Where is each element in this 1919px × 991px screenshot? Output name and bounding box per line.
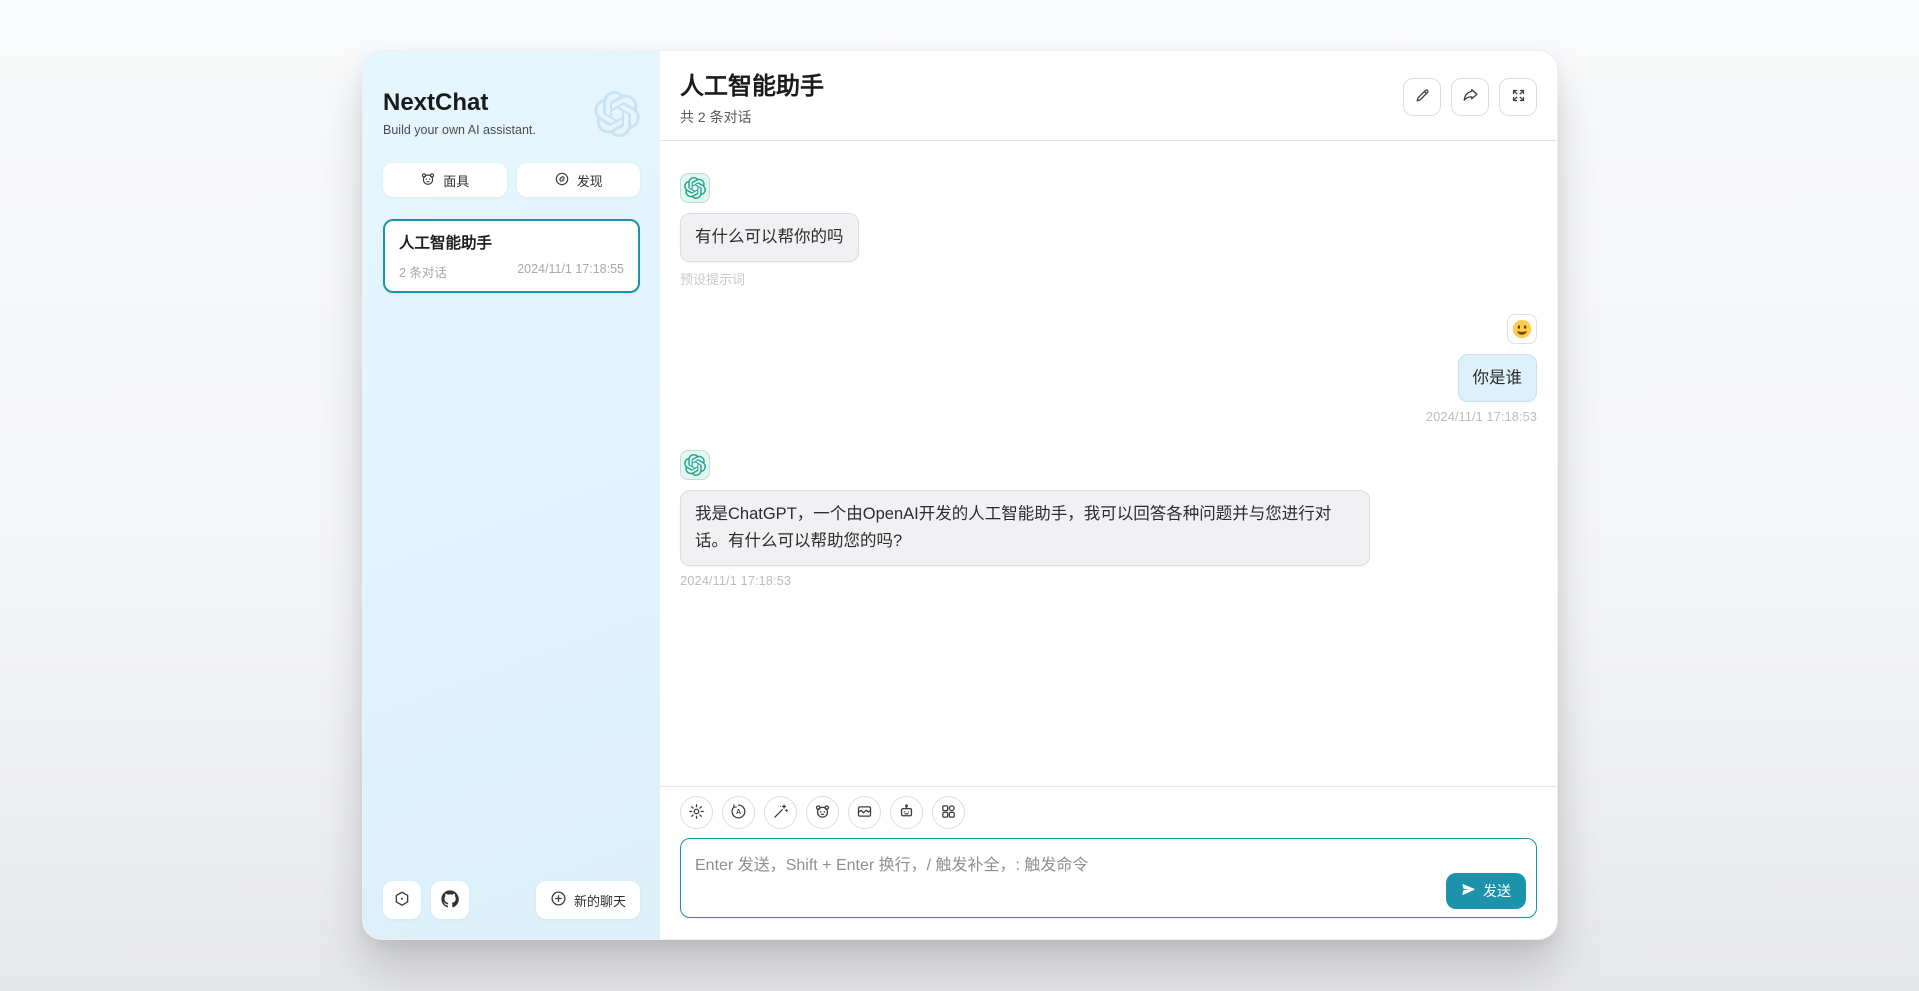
theme-auto-icon: A xyxy=(730,803,747,823)
new-chat-label: 新的聊天 xyxy=(574,891,626,910)
share-button[interactable] xyxy=(1451,78,1489,116)
chat-settings-button[interactable] xyxy=(680,796,713,829)
send-plane-icon xyxy=(1461,882,1476,900)
bot-message: 我是ChatGPT，一个由OpenAI开发的人工智能助手，我可以回答各种问题并与… xyxy=(680,450,1537,587)
fullscreen-button[interactable] xyxy=(1499,78,1537,116)
chat-input[interactable] xyxy=(680,838,1537,918)
user-avatar-smiley-icon xyxy=(1507,314,1537,344)
message-bubble[interactable]: 有什么可以帮你的吗 xyxy=(680,213,859,262)
rename-button[interactable] xyxy=(1403,78,1441,116)
message-bubble[interactable]: 你是谁 xyxy=(1458,354,1538,403)
model-select-button[interactable] xyxy=(890,796,923,829)
send-button[interactable]: 发送 xyxy=(1446,873,1526,909)
clear-context-button[interactable] xyxy=(848,796,881,829)
svg-text:A: A xyxy=(736,808,741,816)
mask-icon xyxy=(420,171,436,190)
prompt-hints-button[interactable] xyxy=(764,796,797,829)
message-timestamp: 2024/11/1 17:18:53 xyxy=(680,573,791,588)
mask-icon xyxy=(814,803,831,823)
chat-list-item-selected[interactable]: 人工智能助手 2 条对话 2024/11/1 17:18:55 xyxy=(383,219,640,293)
send-button-label: 发送 xyxy=(1483,881,1511,901)
message-bubble[interactable]: 我是ChatGPT，一个由OpenAI开发的人工智能助手，我可以回答各种问题并与… xyxy=(680,490,1370,565)
bot-avatar-openai-icon xyxy=(680,173,710,203)
github-icon xyxy=(441,890,459,911)
app-subtitle: Build your own AI assistant. xyxy=(383,123,536,137)
new-chat-button[interactable]: 新的聊天 xyxy=(536,881,640,919)
message-list[interactable]: 有什么可以帮你的吗 预设提示词 你是谁 2024/11/1 17:18:53 xyxy=(660,141,1557,786)
settings-icon xyxy=(393,890,411,911)
chat-item-count: 2 条对话 xyxy=(399,262,447,281)
clear-context-icon xyxy=(856,803,873,823)
theme-toggle-button[interactable]: A xyxy=(722,796,755,829)
chat-title[interactable]: 人工智能助手 xyxy=(680,66,824,101)
plus-circle-icon xyxy=(550,890,567,910)
masks-button[interactable]: 面具 xyxy=(383,163,507,197)
sidebar-nav: 面具 发现 xyxy=(383,163,640,197)
composer-toolbar: A xyxy=(680,796,1537,829)
magic-wand-icon xyxy=(772,803,789,823)
settings-gear-icon xyxy=(688,803,705,823)
discover-button[interactable]: 发现 xyxy=(517,163,641,197)
pencil-icon xyxy=(1414,87,1431,107)
mask-select-button[interactable] xyxy=(806,796,839,829)
discover-button-label: 发现 xyxy=(577,171,603,190)
github-button[interactable] xyxy=(431,881,469,919)
sidebar-header: NextChat Build your own AI assistant. xyxy=(383,89,640,137)
chat-item-time: 2024/11/1 17:18:55 xyxy=(517,262,624,281)
nextchat-window: NextChat Build your own AI assistant. 面具… xyxy=(362,50,1558,940)
chat-panel: 人工智能助手 共 2 条对话 xyxy=(660,51,1557,939)
masks-button-label: 面具 xyxy=(443,171,469,190)
nextchat-logo-icon xyxy=(594,91,640,137)
share-icon xyxy=(1462,87,1479,107)
grid-icon xyxy=(940,803,957,823)
user-message: 你是谁 2024/11/1 17:18:53 xyxy=(680,314,1537,425)
discover-icon xyxy=(554,171,570,190)
sidebar: NextChat Build your own AI assistant. 面具… xyxy=(363,51,660,939)
preset-prompt-hint: 预设提示词 xyxy=(680,269,745,288)
plugins-button[interactable] xyxy=(932,796,965,829)
app-title: NextChat xyxy=(383,89,536,117)
message-timestamp: 2024/11/1 17:18:53 xyxy=(1426,409,1537,424)
settings-button[interactable] xyxy=(383,881,421,919)
chat-item-title: 人工智能助手 xyxy=(399,231,624,253)
sidebar-footer: 新的聊天 xyxy=(383,881,640,919)
chat-message-count: 共 2 条对话 xyxy=(680,107,824,127)
chat-header: 人工智能助手 共 2 条对话 xyxy=(660,51,1557,141)
robot-icon xyxy=(898,803,915,823)
chat-list: 人工智能助手 2 条对话 2024/11/1 17:18:55 xyxy=(383,219,640,293)
bot-avatar-openai-icon xyxy=(680,450,710,480)
fullscreen-icon xyxy=(1510,87,1527,107)
composer: A xyxy=(660,786,1557,939)
bot-message: 有什么可以帮你的吗 预设提示词 xyxy=(680,173,1537,288)
